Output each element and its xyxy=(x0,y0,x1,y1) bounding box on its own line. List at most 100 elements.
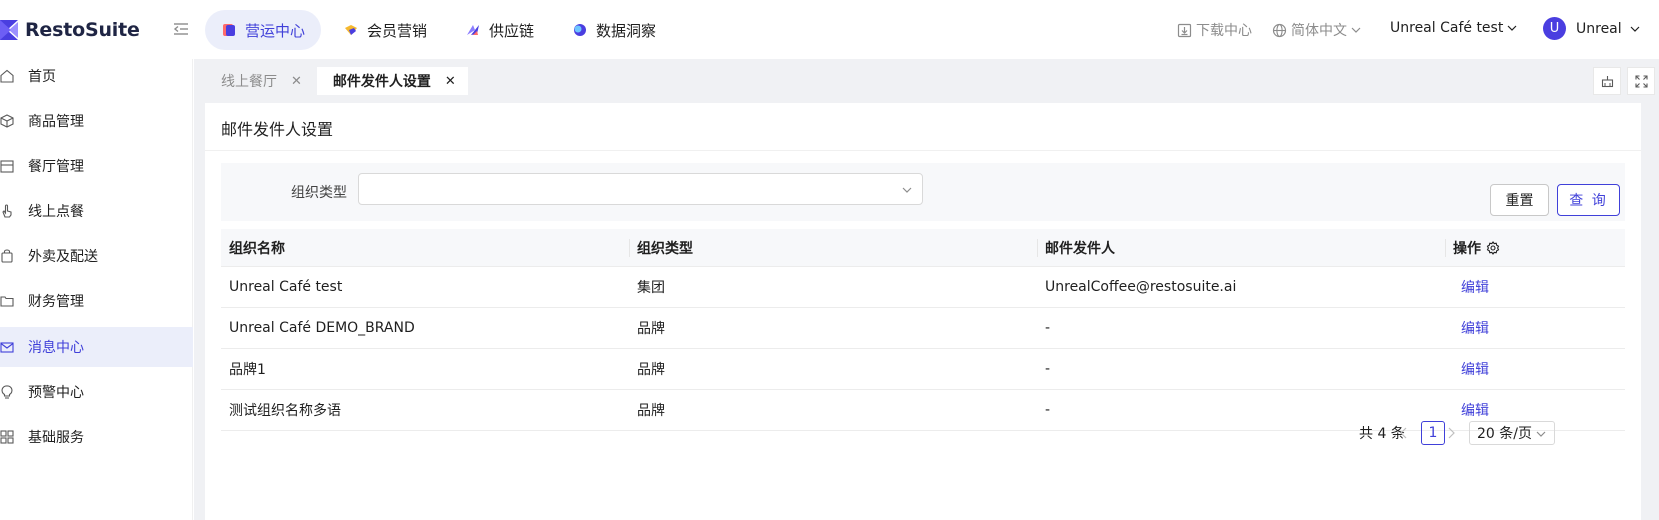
language-selector[interactable]: 简体中文 xyxy=(1272,20,1361,40)
main-panel: 邮件发件人设置 组织类型 重置 查 询 组织名称 组织类型 邮件发件人 操作 U… xyxy=(205,103,1641,520)
sidebar-item-finance[interactable]: 财务管理 xyxy=(0,281,193,321)
restosuite-logo-icon xyxy=(0,20,18,40)
chevron-down-icon xyxy=(1536,431,1546,437)
user-name: Unreal xyxy=(1576,20,1622,37)
column-divider xyxy=(1445,239,1446,257)
query-button[interactable]: 查 询 xyxy=(1557,184,1620,216)
cell-org-name: 品牌1 xyxy=(229,362,266,378)
header-org-name: 组织名称 xyxy=(229,240,285,257)
sidebar-item-label: 首页 xyxy=(28,69,56,85)
column-divider xyxy=(1037,239,1038,257)
download-center-label: 下载中心 xyxy=(1196,23,1252,39)
avatar: U xyxy=(1543,17,1566,40)
sidebar-item-restaurants[interactable]: 餐厅管理 xyxy=(0,146,193,186)
folder-icon xyxy=(0,296,14,307)
cell-email-sender: - xyxy=(1045,320,1051,336)
sidebar-item-alerts[interactable]: 预警中心 xyxy=(0,372,193,412)
chevron-down-icon xyxy=(902,187,912,193)
nav-membership[interactable]: 会员营销 xyxy=(327,10,443,50)
nav-data-insight-label: 数据洞察 xyxy=(596,21,657,40)
nav-supply-chain-label: 供应链 xyxy=(489,21,535,40)
edit-link[interactable]: 编辑 xyxy=(1461,349,1489,389)
cell-org-type: 品牌 xyxy=(637,321,665,337)
prev-page-icon[interactable] xyxy=(1398,426,1410,440)
sidebar-item-label: 预警中心 xyxy=(28,385,84,401)
top-bar: RestoSuite 营运中心 会员营销 供应链 数据洞察 下载中心 简体中文 … xyxy=(0,0,1659,59)
sidebar-item-basic-services[interactable]: 基础服务 xyxy=(0,417,193,457)
store-label: Unreal Café test xyxy=(1390,20,1504,36)
sidebar-item-label: 消息中心 xyxy=(28,340,84,356)
page-size-select[interactable]: 20 条/页 xyxy=(1469,421,1555,445)
org-type-label: 组织类型 xyxy=(291,185,347,201)
tab-label: 线上餐厅 xyxy=(221,74,277,90)
header-actions: 操作 xyxy=(1453,229,1500,266)
bulb-icon xyxy=(1,385,13,399)
nav-operations-label: 营运中心 xyxy=(245,21,306,40)
sidebar-item-label: 商品管理 xyxy=(28,114,84,130)
sidebar-item-delivery[interactable]: 外卖及配送 xyxy=(0,236,193,276)
grid-icon xyxy=(0,430,14,444)
main-nav: 营运中心 会员营销 供应链 数据洞察 xyxy=(205,10,672,50)
filter-bar: 组织类型 重置 查 询 xyxy=(221,163,1625,221)
cell-email-sender: UnrealCoffee@restosuite.ai xyxy=(1045,279,1237,295)
cell-org-type: 集团 xyxy=(637,280,665,296)
sidebar-item-label: 外卖及配送 xyxy=(28,249,98,265)
box-icon xyxy=(0,114,14,128)
clear-tabs-button[interactable] xyxy=(1593,67,1621,95)
sidebar-item-messages[interactable]: 消息中心 xyxy=(0,327,193,367)
next-page-icon[interactable] xyxy=(1445,426,1457,440)
page-title: 邮件发件人设置 xyxy=(221,120,334,139)
download-center-link[interactable]: 下载中心 xyxy=(1177,20,1252,40)
brand-name: RestoSuite xyxy=(25,19,140,41)
settings-gear-icon[interactable] xyxy=(1486,240,1500,255)
org-type-select[interactable] xyxy=(358,173,923,205)
tab-label: 邮件发件人设置 xyxy=(332,74,431,90)
language-label: 简体中文 xyxy=(1291,23,1347,39)
page-size-label: 20 条/页 xyxy=(1477,426,1532,442)
logo[interactable]: RestoSuite xyxy=(0,16,140,44)
collapse-menu-icon[interactable] xyxy=(172,20,190,38)
cell-org-type: 品牌 xyxy=(637,362,665,378)
close-icon[interactable]: ✕ xyxy=(445,74,456,89)
fullscreen-button[interactable] xyxy=(1627,67,1655,95)
cell-org-name: Unreal Café DEMO_BRAND xyxy=(229,320,415,336)
header-org-type: 组织类型 xyxy=(637,240,693,257)
edit-link[interactable]: 编辑 xyxy=(1461,267,1489,307)
table-row: Unreal Café DEMO_BRAND 品牌 - 编辑 xyxy=(221,308,1625,349)
home-icon xyxy=(0,69,14,83)
page-number-current[interactable]: 1 xyxy=(1421,421,1445,445)
membership-icon xyxy=(345,25,358,35)
sidebar-item-label: 餐厅管理 xyxy=(28,159,84,175)
nav-supply-chain[interactable]: 供应链 xyxy=(449,10,550,50)
globe-icon xyxy=(1272,23,1287,37)
sidebar-item-home[interactable]: 首页 xyxy=(0,56,193,96)
nav-operations[interactable]: 营运中心 xyxy=(205,10,322,50)
cell-org-type: 品牌 xyxy=(637,403,665,419)
chevron-down-icon xyxy=(1351,27,1361,33)
column-divider xyxy=(629,239,630,257)
reset-button[interactable]: 重置 xyxy=(1490,184,1549,216)
table-row: 品牌1 品牌 - 编辑 xyxy=(221,349,1625,390)
table-row: 测试组织名称多语 品牌 - 编辑 xyxy=(221,390,1625,431)
edit-link[interactable]: 编辑 xyxy=(1461,308,1489,348)
sidebar: 首页 商品管理 餐厅管理 线上点餐 外卖及配送 财务管理 消息中心 预警中心 基… xyxy=(0,59,193,520)
data-insight-icon xyxy=(574,24,587,36)
sidebar-item-label: 财务管理 xyxy=(28,294,84,310)
broom-icon xyxy=(1601,75,1613,87)
nav-data-insight[interactable]: 数据洞察 xyxy=(556,10,672,50)
supply-chain-icon xyxy=(467,25,480,35)
sender-table: 组织名称 组织类型 邮件发件人 操作 Unreal Café test 集团 U… xyxy=(221,229,1625,431)
sidebar-item-label: 线上点餐 xyxy=(28,204,84,220)
chevron-down-icon xyxy=(1507,25,1517,31)
store-selector[interactable]: Unreal Café test xyxy=(1390,20,1517,36)
hand-pointer-icon xyxy=(2,204,12,218)
sidebar-item-products[interactable]: 商品管理 xyxy=(0,101,193,141)
sidebar-item-online-order[interactable]: 线上点餐 xyxy=(0,191,193,231)
user-menu[interactable]: U Unreal xyxy=(1543,17,1640,40)
tab-tools xyxy=(1593,67,1655,95)
mail-icon xyxy=(0,342,14,353)
tab-email-sender-settings[interactable]: 邮件发件人设置 ✕ xyxy=(316,67,468,95)
tab-online-restaurant[interactable]: 线上餐厅 ✕ xyxy=(205,67,314,95)
close-icon[interactable]: ✕ xyxy=(291,74,302,89)
page-tabs: 线上餐厅 ✕ 邮件发件人设置 ✕ xyxy=(205,67,468,95)
